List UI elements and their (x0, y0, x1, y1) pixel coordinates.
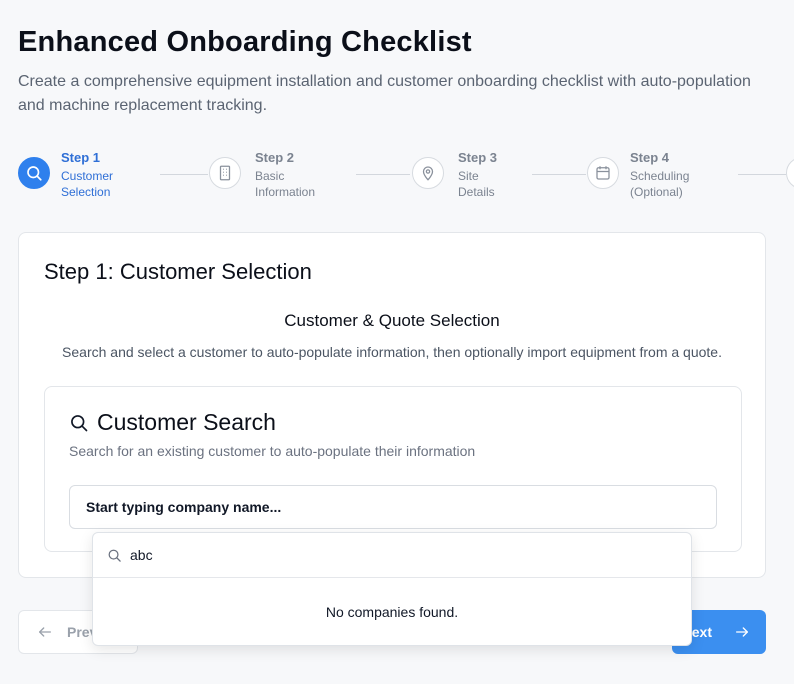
step-2-name-line2: Information (255, 185, 316, 199)
dropdown-search-query[interactable]: abc (130, 547, 153, 563)
step-1-circle[interactable] (18, 157, 50, 189)
step-3-name-line2: Details (458, 185, 495, 199)
search-icon (108, 549, 121, 562)
step-1-label[interactable]: Step 1 Customer Selection (61, 150, 113, 200)
page-title: Enhanced Onboarding Checklist (18, 26, 472, 58)
step-1-name-line2: Selection (61, 185, 111, 199)
building-icon (219, 165, 231, 181)
step-2-name-line1: Basic (255, 169, 285, 183)
search-icon (27, 166, 42, 181)
company-search-placeholder: Start typing company name... (86, 499, 282, 515)
map-pin-icon (422, 166, 434, 181)
step-connector (532, 174, 586, 175)
customer-search-card: Customer Search Search for an existing c… (44, 386, 742, 552)
step-4-label[interactable]: Step 4 Scheduling (Optional) (630, 150, 689, 200)
step-4-name-line2: (Optional) (630, 185, 683, 199)
card-title: Step 1: Customer Selection (44, 259, 312, 284)
customer-search-description: Search for an existing customer to auto-… (69, 443, 476, 459)
step-3-circle[interactable] (412, 157, 444, 189)
step-4-number: Step 4 (630, 150, 670, 165)
step-3-label[interactable]: Step 3 Site Details (458, 150, 497, 200)
customer-search-title: Customer Search (97, 409, 276, 435)
step-4-name-line1: Scheduling (630, 169, 690, 183)
step-3-number: Step 3 (458, 150, 498, 165)
step-card: Step 1: Customer Selection Customer & Qu… (18, 232, 766, 578)
step-5-circle[interactable] (786, 157, 794, 189)
step-1-name-line1: Customer (61, 169, 114, 183)
no-results-message: No companies found. (325, 604, 459, 620)
search-icon (71, 414, 88, 431)
step-1-number: Step 1 (61, 150, 101, 165)
arrow-left-icon (39, 627, 51, 637)
section-title: Customer & Quote Selection (284, 311, 500, 330)
customer-search-header: Customer Search (69, 409, 276, 436)
step-2-number: Step 2 (255, 150, 295, 165)
company-search-dropdown: abc No companies found. (92, 532, 692, 646)
page-subtitle: Create a comprehensive equipment install… (18, 73, 751, 114)
arrow-right-icon (736, 627, 748, 637)
calendar-icon (596, 166, 610, 180)
step-4-circle[interactable] (587, 157, 619, 189)
step-connector (356, 174, 410, 175)
step-connector (738, 174, 786, 175)
company-search-combobox[interactable]: Start typing company name... (69, 485, 717, 529)
dropdown-search-field[interactable]: abc (93, 533, 691, 578)
step-2-label[interactable]: Step 2 Basic Information (255, 150, 315, 200)
step-3-name-line1: Site (458, 169, 479, 183)
step-connector (160, 174, 208, 175)
step-2-circle[interactable] (209, 157, 241, 189)
section-description: Search and select a customer to auto-pop… (62, 344, 722, 360)
